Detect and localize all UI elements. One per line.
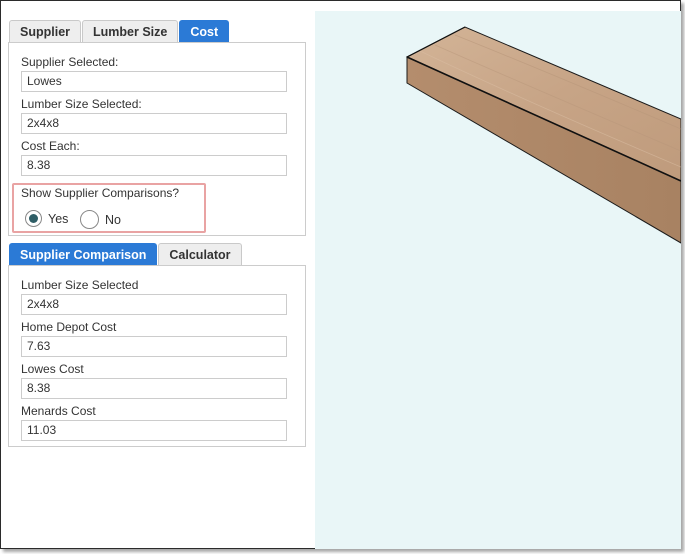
home-depot-cost-label: Home Depot Cost [21, 320, 117, 334]
comparison-lumber-size-label: Lumber Size Selected [21, 278, 139, 292]
home-depot-cost-field[interactable]: 7.63 [21, 336, 287, 357]
supplier-selected-label: Supplier Selected: [21, 55, 119, 69]
tab-lumber-size[interactable]: Lumber Size [82, 20, 179, 42]
3d-viewport[interactable] [315, 11, 681, 549]
lowes-cost-label: Lowes Cost [21, 362, 84, 376]
supplier-comparison-panel: Lumber Size Selected 2x4x8 Home Depot Co… [8, 265, 306, 447]
menards-cost-field[interactable]: 11.03 [21, 420, 287, 441]
top-tab-strip: Supplier Lumber Size Cost [9, 20, 230, 42]
lumber-size-selected-field[interactable]: 2x4x8 [21, 113, 287, 134]
comparison-highlight-box [12, 183, 206, 233]
menards-cost-label: Menards Cost [21, 404, 96, 418]
bottom-tab-strip: Supplier Comparison Calculator [9, 243, 243, 265]
tab-supplier[interactable]: Supplier [9, 20, 82, 42]
lumber-board-render [405, 26, 681, 244]
lumber-size-selected-label: Lumber Size Selected: [21, 97, 142, 111]
lowes-cost-field[interactable]: 8.38 [21, 378, 287, 399]
tab-cost[interactable]: Cost [179, 20, 230, 42]
tab-supplier-comparison[interactable]: Supplier Comparison [9, 243, 158, 265]
app-window: Supplier Lumber Size Cost Supplier Selec… [0, 0, 681, 549]
tab-calculator[interactable]: Calculator [158, 243, 242, 265]
cost-each-field[interactable]: 8.38 [21, 155, 287, 176]
supplier-selected-field[interactable]: Lowes [21, 71, 287, 92]
comparison-lumber-size-field[interactable]: 2x4x8 [21, 294, 287, 315]
cost-each-label: Cost Each: [21, 139, 80, 153]
